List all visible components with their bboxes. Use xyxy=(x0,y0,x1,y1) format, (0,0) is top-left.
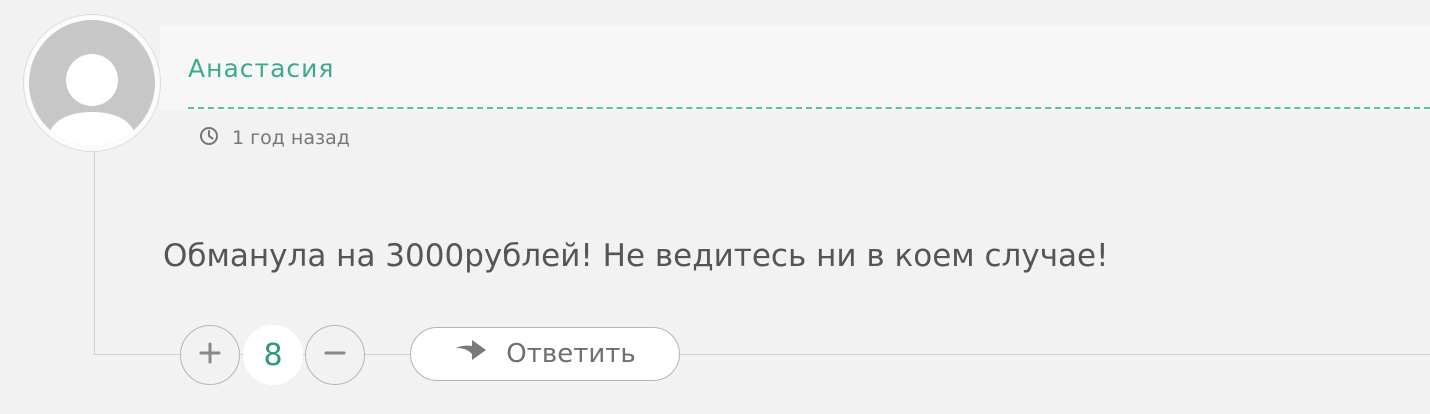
minus-icon xyxy=(323,341,347,369)
thread-line-vertical xyxy=(94,152,95,355)
header-divider xyxy=(188,107,1430,109)
reply-button[interactable]: Ответить xyxy=(410,327,680,381)
downvote-button[interactable] xyxy=(305,325,365,385)
comment-author-link[interactable]: Анастасия xyxy=(188,54,334,83)
comment-header-background xyxy=(160,25,1430,110)
comment-body: Обманула на 3000рублей! Не ведитесь ни в… xyxy=(163,238,1109,274)
plus-icon xyxy=(198,341,222,369)
user-silhouette-icon xyxy=(29,20,155,146)
vote-count: 8 xyxy=(243,325,303,385)
clock-icon xyxy=(199,126,219,151)
avatar xyxy=(23,14,161,152)
comment-timestamp: 1 год назад xyxy=(199,126,350,150)
reply-arrow-icon xyxy=(454,340,488,368)
timestamp-label: 1 год назад xyxy=(232,127,350,149)
upvote-button[interactable] xyxy=(180,325,240,385)
reply-button-label: Ответить xyxy=(506,339,636,369)
